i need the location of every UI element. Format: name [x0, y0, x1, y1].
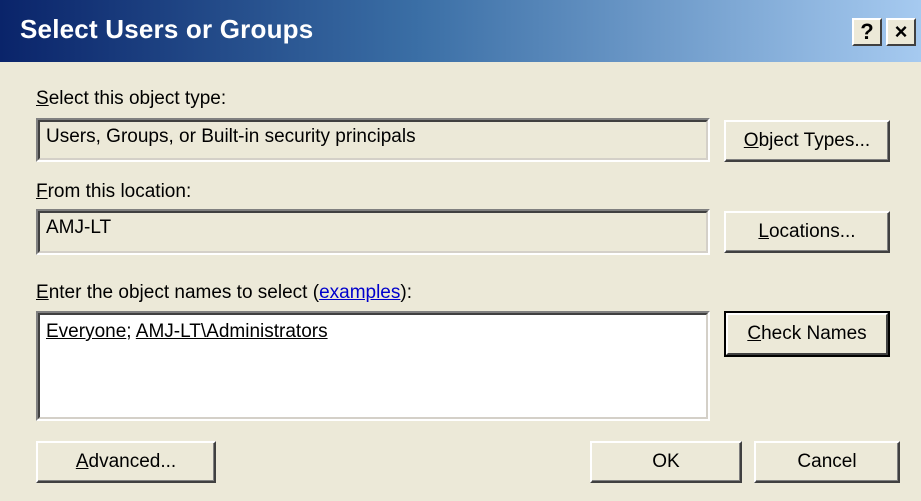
advanced-button[interactable]: Advanced...: [36, 441, 216, 483]
name-entry-everyone[interactable]: Everyone: [46, 321, 126, 342]
close-icon: ×: [894, 19, 908, 44]
object-type-field: Users, Groups, or Built-in security prin…: [36, 118, 710, 162]
location-field: AMJ-LT: [36, 209, 710, 255]
object-type-label: Select this object type:: [36, 88, 227, 109]
help-button[interactable]: ?: [852, 18, 882, 46]
object-types-button[interactable]: Object Types...: [724, 120, 890, 162]
object-names-label: Enter the object names to select (exampl…: [36, 282, 412, 303]
select-users-dialog: Select Users or Groups ? × Select this o…: [0, 0, 921, 501]
check-names-button[interactable]: Check Names: [724, 311, 890, 357]
help-icon: ?: [860, 19, 874, 44]
locations-button[interactable]: Locations...: [724, 211, 890, 253]
object-names-input[interactable]: Everyone; AMJ-LT\Administrators: [36, 311, 710, 421]
close-button[interactable]: ×: [886, 18, 916, 46]
name-separator: ;: [126, 321, 136, 342]
examples-link[interactable]: examples: [319, 282, 400, 303]
cancel-button[interactable]: Cancel: [754, 441, 900, 483]
ok-button[interactable]: OK: [590, 441, 742, 483]
name-entry-administrators[interactable]: AMJ-LT\Administrators: [136, 321, 328, 342]
location-label: From this location:: [36, 181, 192, 202]
title-bar[interactable]: Select Users or Groups ? ×: [0, 0, 921, 62]
window-title: Select Users or Groups: [20, 14, 314, 44]
